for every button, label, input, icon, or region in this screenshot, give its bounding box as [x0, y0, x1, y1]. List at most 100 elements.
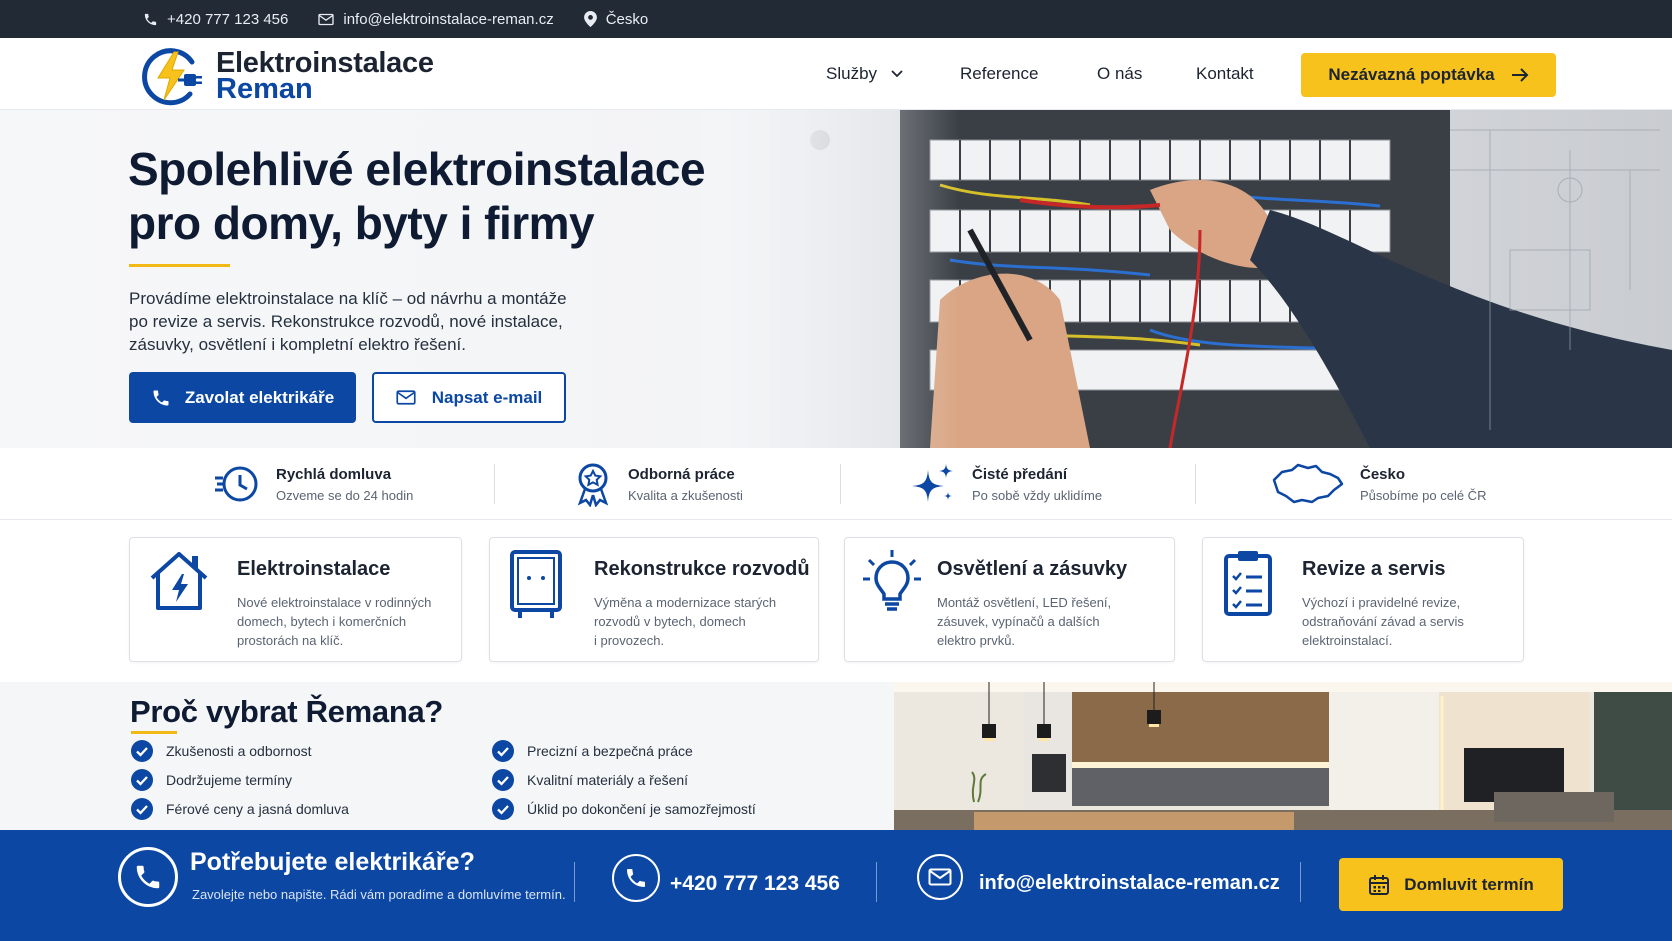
mail-icon [928, 868, 952, 886]
why-item-label: Kvalitní materiály a řešení [527, 772, 689, 788]
topbar-location: Česko [583, 10, 649, 28]
feature-title: Čisté předání [972, 465, 1068, 483]
feature-sub: Kvalita a zkušenosti [628, 487, 743, 503]
distribution-box-icon [510, 550, 562, 618]
service-title: Revize a servis [1302, 558, 1446, 580]
inquiry-button-label: Nezávazná poptávka [1328, 65, 1495, 84]
service-title: Rekonstrukce rozvodů [594, 558, 810, 580]
contact-cta-band: Potřebujete elektrikáře? Zavolejte nebo … [0, 830, 1672, 941]
service-title: Elektroinstalace [237, 558, 391, 580]
band-phone-link[interactable]: +420 777 123 456 [670, 872, 840, 896]
top-contact-bar: +420 777 123 456 info@elektroinstalace-r… [0, 0, 1672, 38]
topbar-phone-text: +420 777 123 456 [167, 10, 289, 28]
check-circle-icon [131, 740, 153, 762]
service-desc-line: zásuvek, vypínačů a dalších [937, 614, 1100, 629]
band-mail-icon-ring [917, 854, 963, 900]
hero-title-line2: pro domy, byty i firmy [128, 197, 595, 249]
service-desc: Výchozí i pravidelné revize, odstraňován… [1302, 593, 1464, 650]
service-desc: Montáž osvětlení, LED řešení, zásuvek, v… [937, 593, 1111, 650]
feature-title: Odborná práce [628, 465, 735, 483]
clipboard-check-icon [1224, 551, 1272, 616]
nav-item-label: Kontakt [1196, 64, 1254, 83]
mail-icon [318, 13, 335, 25]
why-item-label: Precizní a bezpečná práce [527, 743, 693, 759]
mail-icon [396, 390, 416, 405]
check-circle-icon [131, 769, 153, 791]
clock-icon [215, 466, 258, 502]
phone-icon [627, 869, 645, 887]
service-desc-line: Výchozí i pravidelné revize, [1302, 595, 1461, 610]
czech-map-icon [1272, 463, 1344, 504]
topbar-email[interactable]: info@elektroinstalace-reman.cz [318, 11, 554, 28]
check-circle-icon [492, 798, 514, 820]
service-desc-line: domech, bytech i komerčních [237, 614, 407, 629]
phone-icon [153, 390, 169, 405]
feature-clean: Čisté předání Po sobě vždy uklidíme [910, 448, 1102, 520]
check-circle-icon [492, 769, 514, 791]
why-item: Precizní a bezpečná práce [492, 740, 693, 762]
divider [494, 464, 495, 504]
book-appointment-button[interactable]: Domluvit termín [1339, 858, 1563, 911]
logo[interactable]: Elektroinstalace Reman [140, 44, 434, 108]
service-desc: Výměna a modernizace starých rozvodů v b… [594, 593, 776, 650]
house-bolt-icon [150, 552, 208, 610]
feature-sub: Působíme po celé ČR [1360, 487, 1487, 503]
why-section: Proč vybrat Řemana? Zkušenosti a odborno… [0, 682, 1672, 830]
email-button-label: Napsat e-mail [431, 387, 543, 407]
why-item: Úklid po dokončení je samozřejmostí [492, 798, 756, 820]
service-desc: Nové elektroinstalace v rodinných domech… [237, 593, 431, 650]
band-phone-icon-ring [612, 854, 660, 902]
service-card-elektroinstalace[interactable]: Elektroinstalace Nové elektroinstalace v… [129, 537, 462, 662]
kitchen-interior-photo [894, 682, 1672, 830]
why-item: Zkušenosti a odbornost [131, 740, 312, 762]
divider [840, 464, 841, 504]
check-circle-icon [492, 740, 514, 762]
feature-sub: Po sobě vždy uklidíme [972, 487, 1103, 503]
band-email-link[interactable]: info@elektroinstalace-reman.cz [979, 872, 1280, 895]
phone-icon [136, 865, 160, 889]
nav-item-o-nas[interactable]: O nás [1097, 64, 1142, 84]
check-circle-icon [131, 798, 153, 820]
hero-title: Spolehlivé elektroinstalace pro domy, by… [128, 142, 768, 250]
why-item-label: Úklid po dokončení je samozřejmostí [527, 801, 756, 817]
services-section: Elektroinstalace Nové elektroinstalace v… [0, 520, 1672, 682]
hero-text: Provádíme elektroinstalace na klíč – od … [129, 289, 567, 354]
book-appointment-label: Domluvit termín [1404, 874, 1534, 894]
why-title: Proč vybrat Řemana? [130, 694, 444, 729]
service-desc-line: rozvodů v bytech, domech [594, 614, 746, 629]
service-desc-line: Výměna a modernizace starých [594, 595, 777, 610]
why-item-label: Férové ceny a jasná domluva [166, 801, 349, 817]
topbar-phone[interactable]: +420 777 123 456 [143, 11, 288, 28]
nav-item-sluzby[interactable]: Služby [826, 64, 903, 84]
hero-section: Spolehlivé elektroinstalace pro domy, by… [0, 110, 1672, 448]
hero-title-underline [129, 264, 230, 267]
service-card-rekonstrukce[interactable]: Rekonstrukce rozvodů Výměna a modernizac… [489, 537, 819, 662]
service-desc-line: i provozech. [594, 633, 665, 648]
nav-item-label: Reference [960, 64, 1039, 83]
nav-item-kontakt[interactable]: Kontakt [1196, 64, 1254, 84]
calendar-icon [1369, 874, 1390, 895]
features-strip: Rychlá domluva Ozveme se do 24 hodin Odbo… [0, 448, 1672, 520]
award-icon [577, 463, 609, 507]
nav-item-reference[interactable]: Reference [960, 64, 1038, 84]
service-desc-line: Nové elektroinstalace v rodinných [237, 595, 432, 610]
topbar-location-text: Česko [605, 10, 649, 28]
why-item-label: Dodržujeme termíny [166, 772, 293, 788]
divider [876, 862, 877, 902]
call-electrician-button[interactable]: Zavolat elektrikáře [129, 372, 356, 423]
nav-item-label: Služby [826, 64, 878, 83]
feature-title: Česko [1360, 465, 1406, 483]
feature-sub: Ozveme se do 24 hodin [276, 487, 414, 503]
service-desc-line: elektro prvků. [937, 633, 1016, 648]
logo-line2: Reman [216, 73, 313, 105]
service-card-osvetleni[interactable]: Osvětlení a zásuvky Montáž osvětlení, LE… [844, 537, 1175, 662]
divider [1195, 464, 1196, 504]
write-email-button[interactable]: Napsat e-mail [372, 372, 566, 423]
service-card-revize[interactable]: Revize a servis Výchozí i pravidelné rev… [1202, 537, 1524, 662]
inquiry-button[interactable]: Nezávazná poptávka [1301, 53, 1556, 97]
lightbulb-icon [863, 550, 921, 611]
feature-title: Rychlá domluva [276, 465, 392, 483]
why-item-label: Zkušenosti a odbornost [166, 743, 312, 759]
feature-quick: Rychlá domluva Ozveme se do 24 hodin [214, 448, 413, 520]
band-title: Potřebujete elektrikáře? [190, 848, 475, 876]
